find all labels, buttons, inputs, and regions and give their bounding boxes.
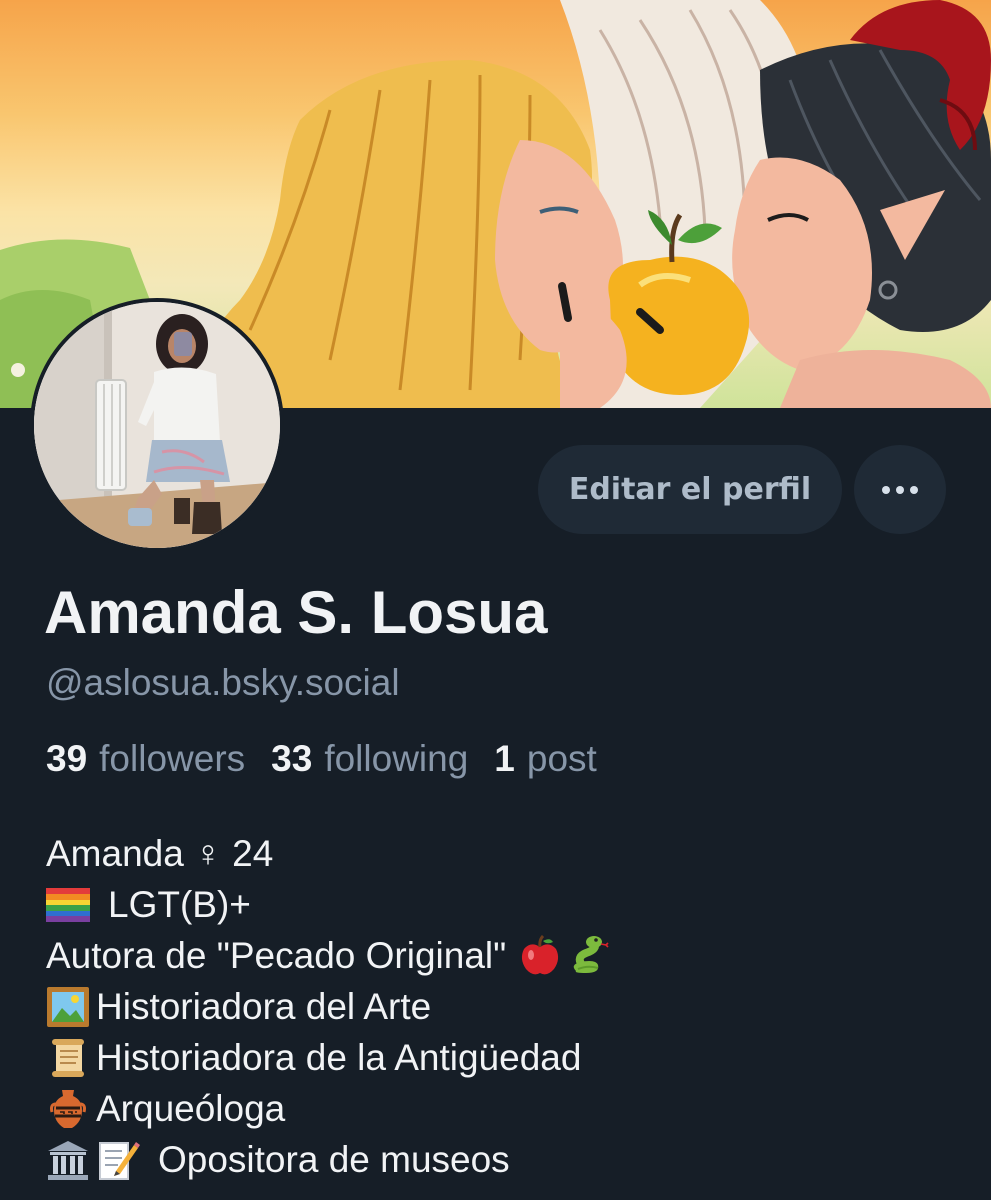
- bio-line-5: Historiadora de la Antigüedad: [46, 1032, 618, 1083]
- scroll-icon: [46, 1036, 90, 1080]
- profile-bio: Amanda ♀ 24 LGT(B)+ Autora de "Pecado Or…: [46, 828, 618, 1185]
- classical-building-icon: [46, 1138, 90, 1182]
- bio-line-1: Amanda ♀ 24: [46, 828, 618, 879]
- following-count: 33: [271, 738, 313, 779]
- bio-line-6: Arqueóloga: [46, 1083, 618, 1134]
- avatar[interactable]: [30, 298, 284, 552]
- profile-stats: 39 followers 33 following 1 post: [46, 738, 623, 780]
- display-name: Amanda S. Losua: [44, 579, 548, 646]
- bio-text-5: Historiadora de la Antigüedad: [96, 1037, 582, 1078]
- posts-stat: 1 post: [494, 738, 597, 780]
- bio-text-3: Autora de "Pecado Original": [46, 935, 507, 976]
- bio-line-7: Opositora de museos: [46, 1134, 618, 1185]
- followers-count: 39: [46, 738, 88, 779]
- bio-text-2: LGT(B)+: [108, 884, 251, 925]
- bio-text-4: Historiadora del Arte: [96, 986, 432, 1027]
- more-options-button[interactable]: [854, 445, 946, 534]
- followers-label: followers: [99, 738, 246, 779]
- bio-text-6: Arqueóloga: [96, 1088, 286, 1129]
- profile-page: Editar el perfil Amanda S. Losua @aslosu…: [0, 0, 991, 1200]
- posts-count: 1: [494, 738, 515, 779]
- framed-picture-icon: [46, 985, 90, 1029]
- followers-stat[interactable]: 39 followers: [46, 738, 245, 780]
- posts-label: post: [526, 738, 597, 779]
- bio-text-1: Amanda ♀ 24: [46, 833, 274, 874]
- profile-handle: @aslosua.bsky.social: [46, 662, 400, 703]
- edit-profile-button[interactable]: Editar el perfil: [538, 445, 842, 534]
- memo-icon: [96, 1138, 140, 1182]
- amphora-icon: [46, 1087, 90, 1131]
- rainbow-flag-icon: [46, 883, 90, 927]
- bio-text-7: Opositora de museos: [158, 1139, 510, 1180]
- following-label: following: [324, 738, 469, 779]
- avatar-photo: [34, 302, 280, 548]
- ellipsis-icon: [882, 485, 918, 494]
- bio-line-4: Historiadora del Arte: [46, 981, 618, 1032]
- following-stat[interactable]: 33 following: [271, 738, 468, 780]
- bio-line-2: LGT(B)+: [46, 879, 618, 930]
- snake-icon: [568, 934, 612, 978]
- bio-line-3: Autora de "Pecado Original": [46, 930, 618, 981]
- apple-icon: [518, 934, 562, 978]
